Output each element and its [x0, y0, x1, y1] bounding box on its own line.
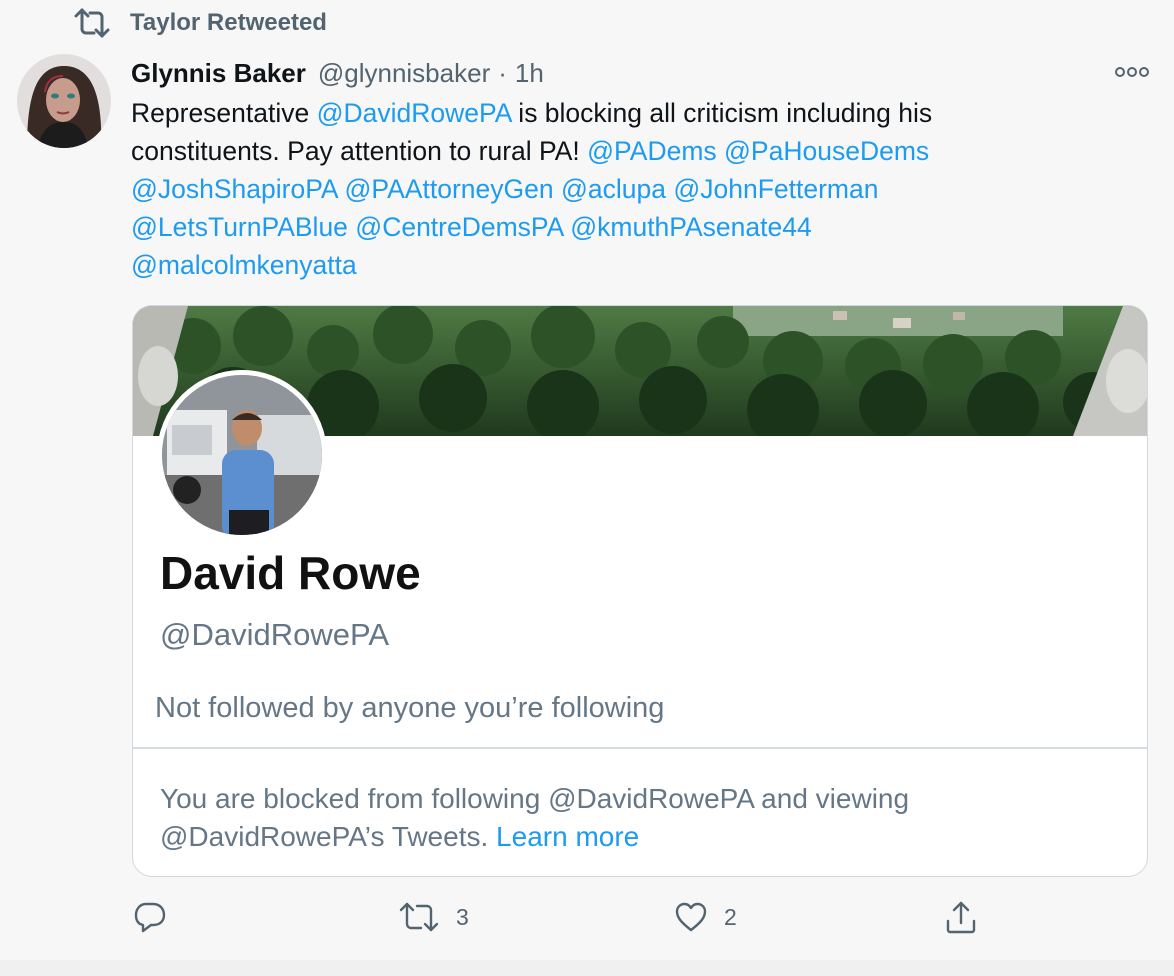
mention-link[interactable]: @PaHouseDems: [724, 136, 929, 166]
mention-link[interactable]: @DavidRowePA: [317, 98, 511, 128]
tweet-text-segment: Representative: [131, 98, 317, 128]
author-handle[interactable]: @glynnisbaker: [318, 58, 490, 89]
timeline-bottom-strip: [0, 960, 1174, 976]
blocked-message-line1: You are blocked from following @DavidRow…: [160, 783, 910, 814]
header-separator: ·: [498, 57, 507, 88]
blocked-message-line2: @DavidRowePA’s Tweets.: [160, 821, 489, 852]
retweet-context[interactable]: Taylor Retweeted: [74, 6, 327, 40]
profile-name: David Rowe: [160, 547, 421, 599]
mention-link[interactable]: @kmuthPAsenate44: [570, 212, 812, 242]
mention-link[interactable]: @JohnFetterman: [673, 174, 878, 204]
reply-icon: [134, 902, 166, 933]
more-button[interactable]: [1112, 60, 1152, 84]
mention-link[interactable]: @malcolmkenyatta: [131, 250, 357, 280]
author-avatar[interactable]: [17, 54, 111, 148]
heart-icon: [675, 902, 707, 932]
like-button[interactable]: 2: [674, 895, 737, 939]
mention-link[interactable]: @CentreDemsPA: [355, 212, 563, 242]
learn-more-link: Learn more: [496, 821, 640, 852]
mention-link[interactable]: @LetsTurnPABlue: [131, 212, 348, 242]
mention-link[interactable]: @JoshShapiroPA: [131, 174, 337, 204]
retweet-icon: [399, 902, 439, 932]
blocked-message: You are blocked from following @DavidRow…: [160, 780, 1060, 856]
mention-link[interactable]: @PAAttorneyGen: [345, 174, 554, 204]
retweet-icon: [74, 8, 110, 38]
card-divider: [133, 747, 1147, 749]
tweet-text-segment: [717, 136, 724, 166]
retweet-button[interactable]: 3: [398, 895, 469, 939]
tweet-header: Glynnis Baker @glynnisbaker · 1h: [131, 54, 544, 92]
attached-image-card[interactable]: David Rowe @DavidRowePA Not followed by …: [132, 305, 1148, 877]
retweet-label: Taylor Retweeted: [130, 9, 327, 36]
mention-link[interactable]: @PADems: [587, 136, 717, 166]
profile-avatar: [157, 370, 327, 540]
followed-note: Not followed by anyone you’re following: [155, 692, 665, 724]
tweet-actions: 3 2: [0, 895, 1174, 939]
tweet-text-segment: constituents. Pay attention to rural PA!: [131, 136, 588, 166]
profile-handle: @DavidRowePA: [160, 617, 390, 652]
reply-button[interactable]: [133, 895, 183, 939]
like-count: 2: [724, 903, 737, 930]
more-icon: [1115, 67, 1149, 77]
tweet-text: Representative @DavidRowePA is blocking …: [131, 94, 1131, 284]
tweet-text-segment: [554, 174, 561, 204]
author-name[interactable]: Glynnis Baker: [131, 58, 306, 89]
tweet-text-segment: [337, 174, 344, 204]
tweet-text-segment: is blocking all criticism including his: [510, 98, 933, 128]
share-icon: [946, 901, 976, 934]
mention-link[interactable]: @aclupa: [561, 174, 666, 204]
share-button[interactable]: [944, 895, 978, 939]
retweet-count: 3: [456, 903, 469, 930]
tweet-timestamp[interactable]: 1h: [515, 58, 544, 89]
